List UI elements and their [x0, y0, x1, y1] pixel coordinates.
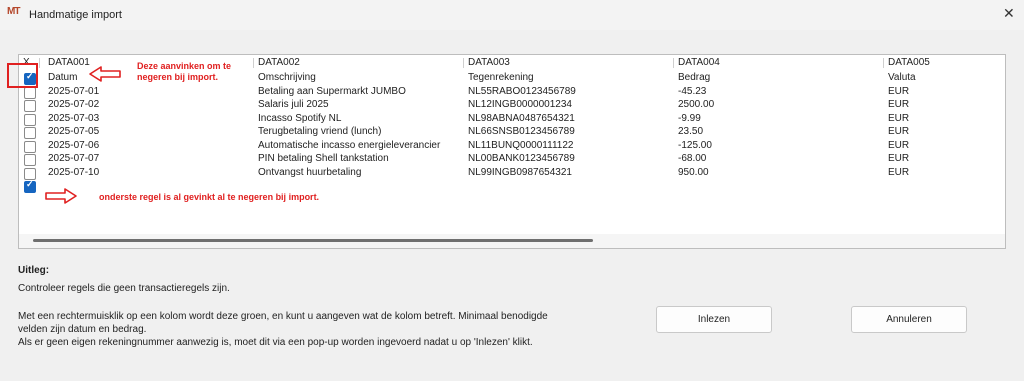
column-divider — [39, 58, 40, 68]
annuleren-button[interactable]: Annuleren — [851, 306, 967, 333]
row-checkbox[interactable] — [24, 154, 36, 166]
annotation-top-line2: negeren bij import. — [137, 72, 219, 82]
table-cell[interactable]: Bedrag — [678, 72, 710, 83]
table-cell[interactable]: NL12INGB0000001234 — [468, 99, 572, 110]
table-cell[interactable]: NL11BUNQ0000111122 — [468, 140, 573, 151]
table-cell[interactable]: EUR — [888, 99, 909, 110]
uitleg-heading: Uitleg: — [18, 265, 50, 276]
scrollbar-thumb[interactable] — [33, 239, 593, 242]
horizontal-scrollbar[interactable] — [19, 234, 1005, 248]
table-cell[interactable]: -45.23 — [678, 86, 706, 97]
table-cell[interactable]: Terugbetaling vriend (lunch) — [258, 126, 381, 137]
table-cell[interactable]: Salaris juli 2025 — [258, 99, 329, 110]
uitleg-line-2: Met een rechtermuisklik op een kolom wor… — [18, 311, 548, 322]
uitleg-line-1: Controleer regels die geen transactiereg… — [18, 283, 230, 294]
table-cell[interactable]: NL55RABO0123456789 — [468, 86, 576, 97]
annotation-highlight-box — [7, 63, 38, 88]
table-cell[interactable]: NL98ABNA0487654321 — [468, 113, 575, 124]
annotation-top-line1: Deze aanvinken om te — [137, 61, 232, 71]
row-checkbox[interactable] — [24, 127, 36, 139]
column-header-data001[interactable]: DATA001 — [48, 57, 90, 68]
table-cell[interactable]: EUR — [888, 113, 909, 124]
column-divider — [883, 58, 884, 68]
row-checkbox[interactable] — [24, 179, 36, 193]
column-header-data003[interactable]: DATA003 — [468, 57, 510, 68]
table-cell[interactable]: EUR — [888, 86, 909, 97]
table-cell[interactable]: NL99INGB0987654321 — [468, 167, 572, 178]
column-divider — [673, 58, 674, 68]
table-cell[interactable]: Automatische incasso energieleverancier — [258, 140, 440, 151]
table-cell[interactable]: EUR — [888, 126, 909, 137]
uitleg-line-4: Als er geen eigen rekeningnummer aanwezi… — [18, 337, 533, 348]
annotation-arrow-right-icon — [45, 188, 77, 204]
column-header-data004[interactable]: DATA004 — [678, 57, 720, 68]
row-checkbox[interactable] — [24, 140, 36, 153]
table-cell[interactable]: Omschrijving — [258, 72, 316, 83]
table-cell[interactable]: 2025-07-05 — [48, 126, 99, 137]
uitleg-line-3: velden zijn datum en bedrag. — [18, 324, 147, 335]
row-checkbox[interactable] — [24, 100, 36, 112]
table-cell[interactable]: PIN betaling Shell tankstation — [258, 153, 389, 164]
table-cell[interactable]: NL00BANK0123456789 — [468, 153, 575, 164]
import-grid: X DATA001 DATA002 DATA003 DATA004 DATA00… — [18, 54, 1006, 249]
annotation-arrow-left-icon — [89, 66, 121, 82]
column-divider — [463, 58, 464, 68]
table-cell[interactable]: 2025-07-07 — [48, 153, 99, 164]
annotation-top-text: Deze aanvinken om te negeren bij import. — [137, 61, 231, 83]
app-logo-icon: MT — [7, 6, 20, 17]
table-cell[interactable]: 2025-07-01 — [48, 86, 99, 97]
table-cell[interactable]: Tegenrekening — [468, 72, 534, 83]
table-cell[interactable]: -125.00 — [678, 140, 712, 151]
column-header-data002[interactable]: DATA002 — [258, 57, 300, 68]
table-cell[interactable]: 2500.00 — [678, 99, 714, 110]
inlezen-button[interactable]: Inlezen — [656, 306, 772, 333]
table-cell[interactable]: NL66SNSB0123456789 — [468, 126, 575, 137]
table-cell[interactable]: -9.99 — [678, 113, 701, 124]
column-header-data005[interactable]: DATA005 — [888, 57, 930, 68]
row-checkbox[interactable] — [24, 113, 36, 126]
table-cell[interactable]: 950.00 — [678, 167, 709, 178]
table-cell[interactable]: EUR — [888, 153, 909, 164]
row-checkbox[interactable] — [24, 86, 36, 99]
table-cell[interactable]: Incasso Spotify NL — [258, 113, 341, 124]
table-cell[interactable]: Valuta — [888, 72, 916, 83]
table-cell[interactable]: Ontvangst huurbetaling — [258, 167, 361, 178]
table-cell[interactable]: 2025-07-03 — [48, 113, 99, 124]
table-cell[interactable]: 2025-07-02 — [48, 99, 99, 110]
column-divider — [253, 58, 254, 68]
table-cell[interactable]: Betaling aan Supermarkt JUMBO — [258, 86, 406, 97]
table-cell[interactable]: EUR — [888, 140, 909, 151]
window-title: Handmatige import — [29, 9, 122, 21]
row-checkbox[interactable] — [24, 167, 36, 180]
table-cell[interactable]: 2025-07-10 — [48, 167, 99, 178]
table-cell[interactable]: EUR — [888, 167, 909, 178]
table-cell[interactable]: 23.50 — [678, 126, 703, 137]
table-cell[interactable]: -68.00 — [678, 153, 706, 164]
close-icon[interactable]: ✕ — [1003, 5, 1015, 22]
table-cell[interactable]: 2025-07-06 — [48, 140, 99, 151]
title-bar: MT Handmatige import ✕ — [0, 0, 1024, 30]
annotation-bottom-text: onderste regel is al gevinkt al te neger… — [99, 192, 320, 202]
table-cell[interactable]: Datum — [48, 72, 77, 83]
